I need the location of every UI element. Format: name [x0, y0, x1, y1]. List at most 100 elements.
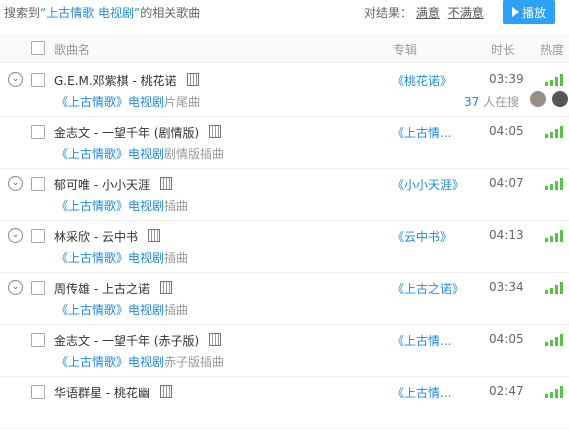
album-text[interactable]: 《桃花诺》	[392, 74, 452, 88]
description-link[interactable]: 《上古情歌》电视剧	[56, 251, 164, 265]
song-checkbox[interactable]	[31, 281, 45, 295]
song-title-text[interactable]: 华语群星 - 桃花幽	[54, 386, 150, 400]
song-description: 《上古情歌》电视剧赤子版插曲	[56, 353, 224, 370]
song-description: 《上古情歌》电视剧剧情版插曲	[56, 145, 224, 162]
song-description: 《上古情歌》电视剧插曲	[56, 301, 188, 318]
song-title[interactable]: 周传雄 - 上古之诺	[54, 280, 172, 297]
song-checkbox[interactable]	[31, 385, 45, 399]
feedback-label: 对结果：	[364, 6, 413, 20]
song-title[interactable]: 郁可唯 - 小小天涯	[54, 176, 172, 193]
song-duration: 04:07	[489, 176, 524, 190]
expand-icon[interactable]: ⌄	[8, 176, 23, 191]
table-row[interactable]: 华语群星 - 桃花幽 《上古情... 02:47	[0, 376, 569, 429]
mv-icon[interactable]	[159, 177, 172, 190]
description-link[interactable]: 《上古情歌》电视剧	[56, 147, 164, 161]
song-title-text[interactable]: 林采欣 - 云中书	[54, 230, 138, 244]
table-row[interactable]: 金志文 - 一望千年 (赤子版) 《上古情歌》电视剧赤子版插曲 《上古情... 04:…	[0, 324, 569, 377]
song-title[interactable]: 林采欣 - 云中书	[54, 228, 160, 245]
song-description: 《上古情歌》电视剧插曲	[56, 197, 188, 214]
table-row[interactable]: ⌄ 郁可唯 - 小小天涯 《上古情歌》电视剧插曲 《小小天涯》 04:07	[0, 168, 569, 221]
album-name[interactable]: 《小小天涯》	[392, 176, 464, 193]
search-summary: 搜索到“上古情歌 电视剧”的相关歌曲	[4, 4, 200, 21]
album-name[interactable]: 《上古情...	[392, 124, 451, 141]
album-text[interactable]: 《上古情...	[392, 126, 451, 140]
avatar[interactable]	[530, 91, 546, 107]
song-title[interactable]: 金志文 - 一望千年 (剧情版)	[54, 124, 222, 141]
song-title[interactable]: 华语群星 - 桃花幽	[54, 384, 172, 401]
song-checkbox[interactable]	[31, 229, 45, 243]
description-link[interactable]: 《上古情歌》电视剧	[56, 303, 164, 317]
searching-label: 人在搜	[483, 95, 520, 109]
table-row[interactable]: ⌄ 林采欣 - 云中书《上古情歌》电视剧插曲 《云中书》 04:13	[0, 220, 569, 273]
album-name[interactable]: 《上古情...	[392, 332, 451, 349]
description-link[interactable]: 《上古情歌》电视剧	[56, 199, 164, 213]
search-query: “上古情歌 电视剧”	[40, 6, 141, 20]
search-prefix: 搜索到	[4, 6, 41, 20]
song-title-text[interactable]: G.E.M.邓紫棋 - 桃花诺	[54, 74, 177, 88]
hot-bars-icon	[545, 334, 565, 346]
mv-icon[interactable]	[186, 73, 199, 86]
hot-bars-icon	[545, 74, 565, 86]
song-checkbox[interactable]	[31, 333, 45, 347]
description-link[interactable]: 《上古情歌》电视剧	[56, 355, 164, 369]
song-title-text[interactable]: 金志文 - 一望千年 (剧情版)	[54, 126, 199, 140]
song-checkbox[interactable]	[31, 73, 45, 87]
album-text[interactable]: 《上古之诺》	[392, 282, 464, 296]
album-text[interactable]: 《云中书》	[392, 230, 452, 244]
table-row[interactable]: 金志文 - 一望千年 (剧情版) 《上古情歌》电视剧剧情版插曲 《上古情... 04:…	[0, 116, 569, 169]
song-duration: 03:34	[489, 280, 524, 294]
album-name[interactable]: 《桃花诺》	[392, 72, 452, 89]
col-hot: 热度	[540, 43, 565, 57]
search-result-bar: 搜索到“上古情歌 电视剧”的相关歌曲 对结果： 满意 不满意 播放	[0, 0, 569, 24]
description-link[interactable]: 《上古情歌》电视剧	[56, 95, 164, 109]
mv-icon[interactable]	[147, 229, 160, 242]
song-duration: 02:47	[489, 384, 524, 398]
mv-icon[interactable]	[159, 281, 172, 294]
song-duration: 03:39	[489, 72, 524, 86]
description-tail: 赤子版插曲	[164, 355, 225, 369]
description-tail: 插曲	[164, 199, 189, 213]
album-name[interactable]: 《上古之诺》	[392, 280, 464, 297]
song-duration: 04:13	[489, 228, 524, 242]
song-duration: 04:05	[489, 124, 524, 138]
song-checkbox[interactable]	[31, 125, 45, 139]
expand-icon[interactable]: ⌄	[8, 280, 23, 295]
expand-icon[interactable]: ⌄	[8, 228, 23, 243]
expand-icon[interactable]: ⌄	[8, 72, 23, 87]
table-row[interactable]: ⌄ G.E.M.邓紫棋 - 桃花诺 《上古情歌》电视剧片尾曲 《桃花诺》 03:39 37…	[0, 64, 569, 117]
mv-icon[interactable]	[209, 333, 222, 346]
avatar[interactable]	[552, 91, 568, 107]
song-description: 《上古情歌》电视剧插曲	[56, 249, 188, 266]
unsatisfied-link[interactable]: 不满意	[448, 6, 484, 20]
album-text[interactable]: 《上古情...	[392, 334, 451, 348]
song-title[interactable]: G.E.M.邓紫棋 - 桃花诺	[54, 72, 199, 89]
hot-bars-icon	[545, 126, 565, 138]
table-row[interactable]: ⌄ 周传雄 - 上古之诺《上古情歌》电视剧插曲 《上古之诺》 03:34	[0, 272, 569, 325]
select-all-checkbox[interactable]	[31, 41, 45, 55]
song-title-text[interactable]: 金志文 - 一望千年 (赤子版)	[54, 334, 199, 348]
song-title[interactable]: 金志文 - 一望千年 (赤子版)	[54, 332, 222, 349]
song-duration: 04:05	[489, 332, 524, 346]
col-duration: 时长	[491, 43, 516, 57]
hot-bars-icon	[545, 230, 565, 242]
searching-count: 37 人在搜	[464, 93, 519, 110]
mv-icon[interactable]	[159, 385, 172, 398]
description-tail: 插曲	[164, 251, 189, 265]
description-tail: 剧情版插曲	[164, 147, 225, 161]
song-description: 《上古情歌》电视剧片尾曲	[56, 93, 200, 110]
album-name[interactable]: 《云中书》	[392, 228, 452, 245]
song-title-text[interactable]: 周传雄 - 上古之诺	[54, 282, 150, 296]
album-text[interactable]: 《小小天涯》	[392, 178, 464, 192]
table-header: 歌曲名 专辑 时长 热度	[0, 34, 569, 63]
album-text[interactable]: 《上古情...	[392, 386, 451, 400]
hot-bars-icon	[545, 386, 565, 398]
album-name[interactable]: 《上古情...	[392, 384, 451, 401]
satisfied-link[interactable]: 满意	[416, 6, 440, 20]
description-tail: 片尾曲	[164, 95, 201, 109]
song-checkbox[interactable]	[31, 177, 45, 191]
play-button[interactable]: 播放	[503, 0, 555, 24]
song-title-text[interactable]: 郁可唯 - 小小天涯	[54, 178, 150, 192]
col-album: 专辑	[393, 43, 418, 57]
play-icon	[511, 7, 519, 17]
mv-icon[interactable]	[209, 125, 222, 138]
